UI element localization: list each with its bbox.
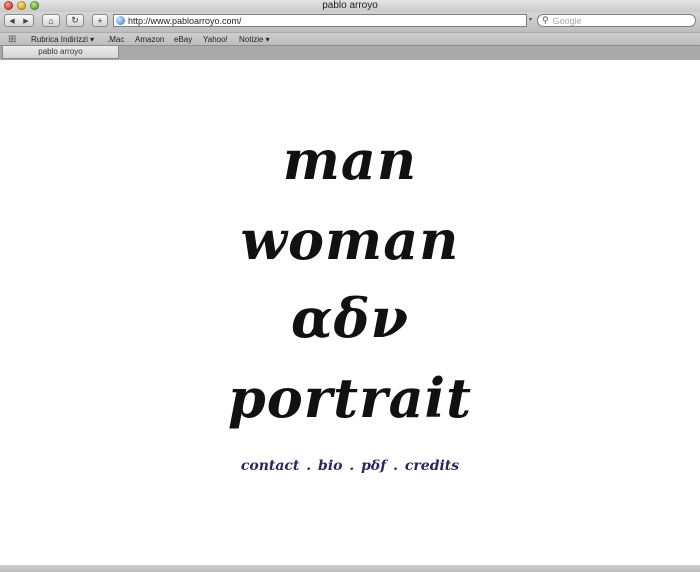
- title-bar: pablo arroyo: [0, 0, 700, 12]
- nav-separator: .: [306, 458, 312, 474]
- bookmark-rubrica-indirizzi[interactable]: Rubrica Indirizzi ▾: [31, 35, 94, 44]
- globe-icon: [116, 16, 125, 25]
- back-arrow-icon[interactable]: ◀: [9, 17, 14, 25]
- link-man[interactable]: man: [0, 130, 700, 190]
- window-title: pablo arroyo: [322, 0, 378, 11]
- link-portrait[interactable]: portrait: [0, 368, 700, 428]
- tab-pablo-arroyo[interactable]: pablo arroyo: [2, 46, 119, 59]
- url-text[interactable]: http://www.pabloarroyo.com/: [128, 16, 242, 26]
- search-placeholder[interactable]: Google: [553, 16, 582, 26]
- plus-icon: +: [97, 15, 103, 26]
- bookmark-mac[interactable]: .Mac: [107, 35, 124, 44]
- reload-button[interactable]: ↻: [66, 14, 84, 27]
- bookmark-amazon[interactable]: Amazon: [135, 35, 164, 44]
- link-woman[interactable]: woman: [0, 210, 700, 270]
- add-bookmark-button[interactable]: +: [92, 14, 108, 27]
- nav-separator: .: [349, 458, 355, 474]
- footer-nav: contact . bio . pδf . credits: [0, 458, 700, 474]
- search-field[interactable]: ⚲ Google: [537, 14, 696, 27]
- link-credits[interactable]: credits: [405, 458, 459, 474]
- page-content: man woman αδν portrait contact . bio . p…: [0, 60, 700, 565]
- magnifier-icon[interactable]: ⚲: [542, 15, 549, 26]
- book-icon[interactable]: ⊞: [8, 34, 16, 45]
- link-pdf[interactable]: pδf: [361, 458, 386, 474]
- link-bio[interactable]: bio: [318, 458, 342, 474]
- browser-toolbar: ◀ ▶ ⌂ ↻ + http://www.pabloarroyo.com/ ▾ …: [0, 12, 700, 32]
- address-bar[interactable]: http://www.pabloarroyo.com/: [113, 14, 527, 27]
- status-bar: [0, 565, 700, 572]
- forward-arrow-icon[interactable]: ▶: [23, 17, 28, 25]
- bookmarks-bar: ⊞ Rubrica Indirizzi ▾ .Mac Amazon eBay Y…: [0, 32, 700, 46]
- bookmark-ebay[interactable]: eBay: [174, 35, 192, 44]
- back-forward-buttons[interactable]: ◀ ▶: [4, 14, 34, 27]
- tab-bar: pablo arroyo: [0, 46, 700, 60]
- home-button[interactable]: ⌂: [42, 14, 60, 27]
- nav-separator: .: [393, 458, 399, 474]
- home-icon: ⌂: [48, 15, 54, 26]
- reload-icon: ↻: [71, 15, 79, 25]
- link-contact[interactable]: contact: [241, 458, 300, 474]
- url-dropdown-icon[interactable]: ▾: [529, 16, 532, 23]
- bookmark-yahoo[interactable]: Yahoo!: [203, 35, 228, 44]
- link-and[interactable]: αδν: [0, 288, 700, 348]
- bookmark-notizie[interactable]: Notizie ▾: [239, 35, 270, 44]
